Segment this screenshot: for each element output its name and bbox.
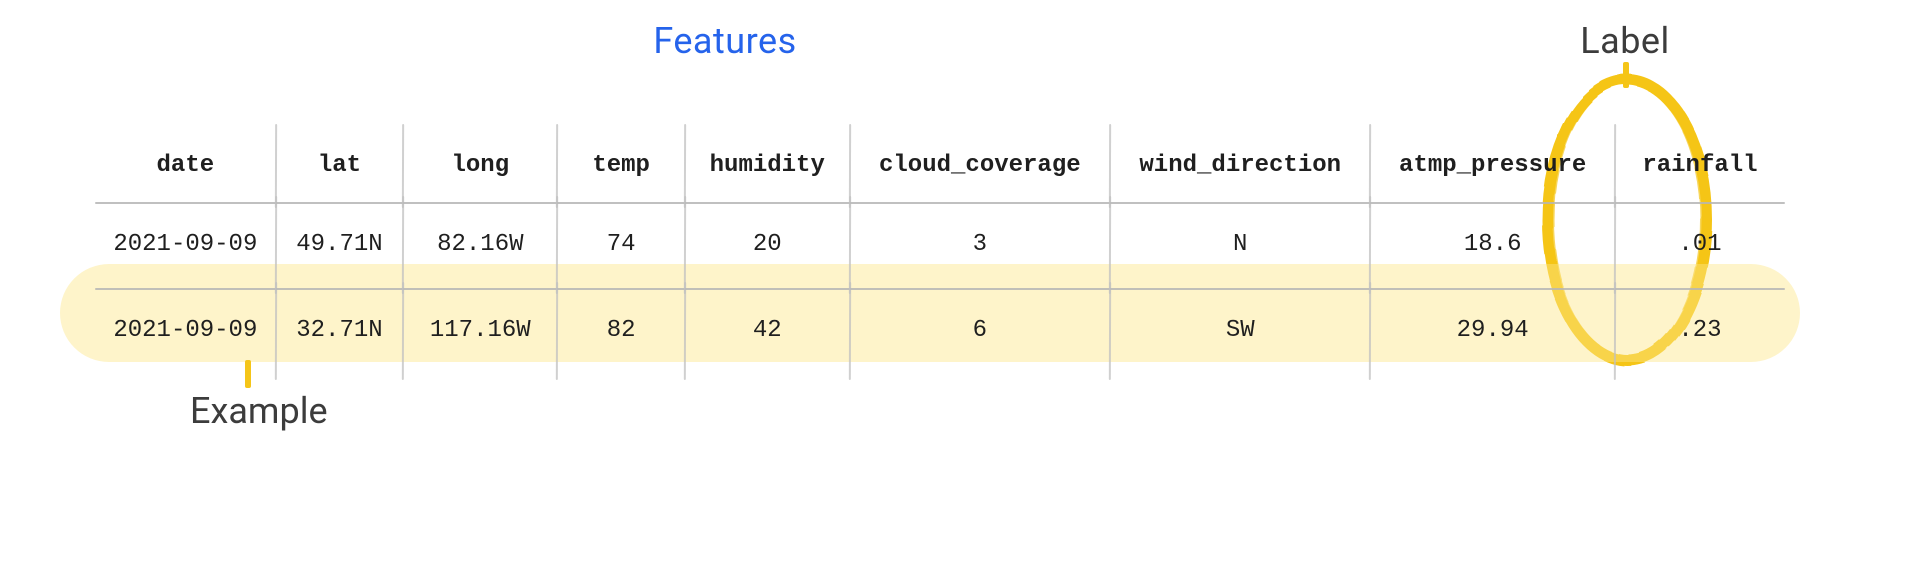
table-row: 2021-09-09 32.71N 117.16W 82 42 6 SW 29.… — [95, 288, 1785, 374]
cell-atmp-pressure: 29.94 — [1370, 288, 1614, 374]
cell-long: 82.16W — [403, 202, 557, 288]
cell-temp: 74 — [557, 202, 685, 288]
col-rainfall: rainfall — [1615, 130, 1785, 202]
features-bracket-icon — [115, 88, 1335, 133]
cell-lat: 32.71N — [276, 288, 404, 374]
col-cloud-coverage: cloud_coverage — [850, 130, 1110, 202]
example-connector-icon — [245, 360, 251, 388]
cell-wind-direction: N — [1110, 202, 1370, 288]
col-date: date — [95, 130, 276, 202]
table-row: 2021-09-09 49.71N 82.16W 74 20 3 N 18.6 … — [95, 202, 1785, 288]
data-table: date lat long temp humidity cloud_covera… — [95, 130, 1785, 374]
cell-humidity: 42 — [685, 288, 850, 374]
cell-long: 117.16W — [403, 288, 557, 374]
cell-atmp-pressure: 18.6 — [1370, 202, 1614, 288]
col-wind-direction: wind_direction — [1110, 130, 1370, 202]
cell-lat: 49.71N — [276, 202, 404, 288]
col-lat: lat — [276, 130, 404, 202]
label-connector-icon — [1623, 62, 1629, 88]
cell-wind-direction: SW — [1110, 288, 1370, 374]
features-annotation-label: Features — [95, 20, 1355, 62]
label-annotation-label: Label — [1525, 20, 1725, 62]
cell-date: 2021-09-09 — [95, 202, 276, 288]
cell-rainfall: .01 — [1615, 202, 1785, 288]
cell-temp: 82 — [557, 288, 685, 374]
col-long: long — [403, 130, 557, 202]
example-annotation-label: Example — [190, 390, 328, 432]
cell-cloud-coverage: 3 — [850, 202, 1110, 288]
col-humidity: humidity — [685, 130, 850, 202]
cell-cloud-coverage: 6 — [850, 288, 1110, 374]
col-temp: temp — [557, 130, 685, 202]
cell-humidity: 20 — [685, 202, 850, 288]
table-header-row: date lat long temp humidity cloud_covera… — [95, 130, 1785, 202]
col-atmp-pressure: atmp_pressure — [1370, 130, 1614, 202]
cell-rainfall: .23 — [1615, 288, 1785, 374]
